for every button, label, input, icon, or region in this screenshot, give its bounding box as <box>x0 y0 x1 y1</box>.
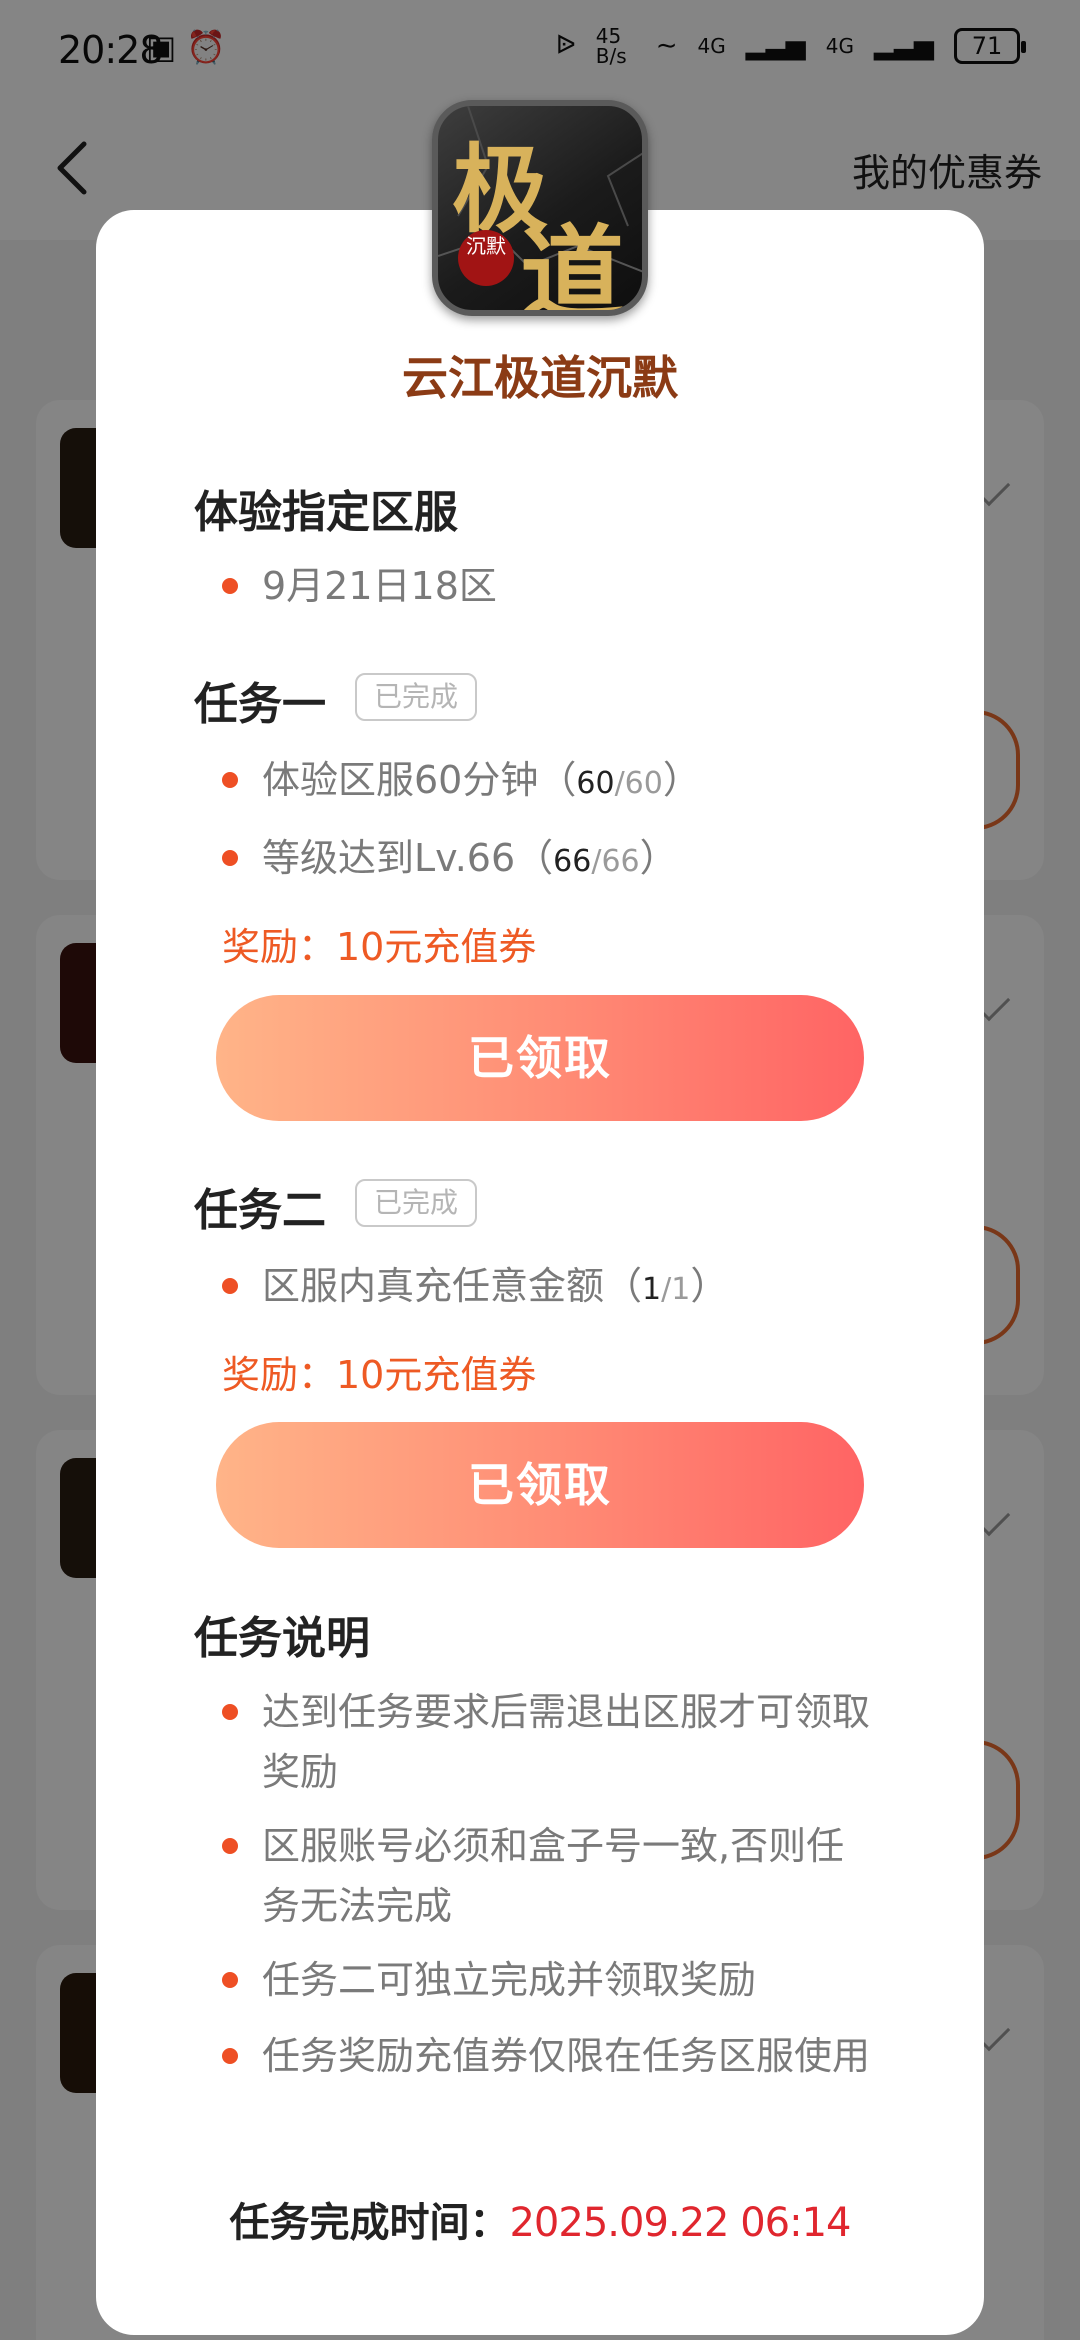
task-requirement: 体验区服60分钟（60/60） <box>262 756 701 808</box>
progress-current: 60 <box>576 766 615 801</box>
reward-text: 奖励：10元充值券 <box>222 925 537 969</box>
progress-total: 60 <box>624 766 663 801</box>
requirement-text: 区服内真充任意金额 <box>262 1264 605 1308</box>
progress-open: （ <box>604 1264 643 1308</box>
note-text: 区服账号必须和盒子号一致,否则任务无法完成 <box>262 1824 845 1928</box>
bullet-dot <box>222 1838 238 1854</box>
bullet-dot <box>222 2048 238 2064</box>
completion-time: 2025.09.22 06:14 <box>509 2200 851 2246</box>
progress-total: 1 <box>671 1272 691 1307</box>
reward-text: 奖励：10元充值券 <box>222 1353 537 1397</box>
note-text: 任务二可独立完成并领取奖励 <box>262 1958 757 2002</box>
progress-current: 66 <box>553 844 592 879</box>
bullet-dot <box>222 850 238 866</box>
progress-sep: / <box>591 844 602 879</box>
notes-title: 任务说明 <box>194 1613 370 1664</box>
status-badge: 已完成 <box>355 1179 477 1227</box>
progress-close: ） <box>662 758 701 802</box>
progress-total: 66 <box>601 844 640 879</box>
requirement-text: 体验区服60分钟 <box>262 758 539 802</box>
task2-title: 任务二 <box>194 1185 326 1236</box>
bullet-dot <box>222 772 238 788</box>
game-name: 云江极道沉默 <box>402 351 678 405</box>
completion-time-row: 任务完成时间：2025.09.22 06:14 <box>0 2190 1080 2248</box>
task1-title: 任务一 <box>194 679 326 730</box>
icon-seal: 沉默 <box>458 230 514 286</box>
requirement-text: 等级达到Lv.66 <box>262 836 516 880</box>
bullet-dot <box>222 1704 238 1720</box>
bullet-dot <box>222 578 238 594</box>
icon-char-2: 道 <box>520 213 625 316</box>
progress-close: ） <box>639 836 678 880</box>
bullet-dot <box>222 1972 238 1988</box>
claimed-button[interactable]: 已领取 <box>216 1422 864 1548</box>
progress-open: （ <box>515 836 554 880</box>
status-badge: 已完成 <box>355 673 477 721</box>
progress-open: （ <box>538 758 577 802</box>
completion-label: 任务完成时间： <box>229 2200 510 2246</box>
claimed-button[interactable]: 已领取 <box>216 995 864 1121</box>
bullet-dot <box>222 1278 238 1294</box>
progress-sep: / <box>614 766 625 801</box>
server-section-title: 体验指定区服 <box>194 487 458 538</box>
task-requirement: 等级达到Lv.66（66/66） <box>262 834 678 886</box>
game-icon: 极 道 沉默 <box>432 100 648 316</box>
progress-current: 1 <box>642 1272 662 1307</box>
task-requirement: 区服内真充任意金额（1/1） <box>262 1262 728 1314</box>
server-name: 9月21日18区 <box>262 564 497 608</box>
progress-close: ） <box>690 1264 729 1308</box>
progress-sep: / <box>661 1272 672 1307</box>
note-text: 任务奖励充值券仅限在任务区服使用 <box>262 2034 871 2078</box>
note-text: 达到任务要求后需退出区服才可领取奖励 <box>262 1690 871 1794</box>
